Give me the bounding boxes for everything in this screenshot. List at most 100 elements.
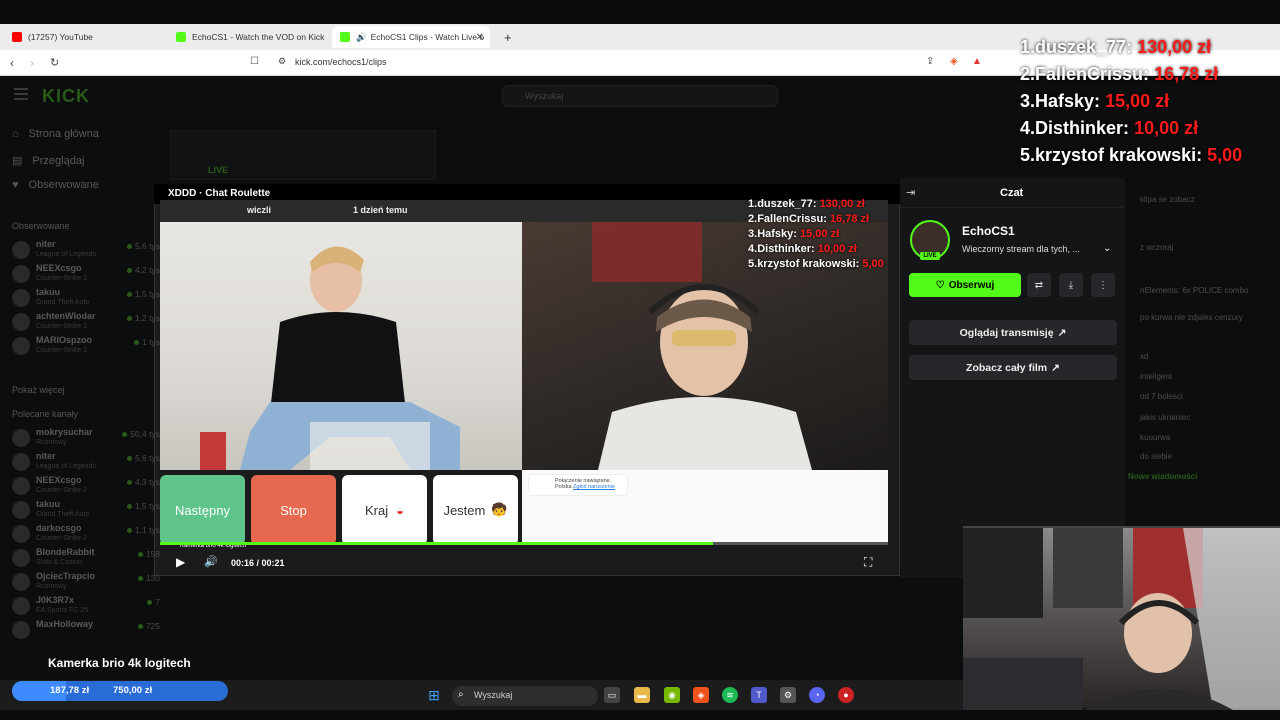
play-icon[interactable]: ▶ xyxy=(176,555,185,569)
screen: (17257) YouTube EchoCS1 - Watch the VOD … xyxy=(0,0,1280,720)
tab-label: EchoCS1 - Watch the VOD on Kick xyxy=(192,32,325,42)
progress-fill xyxy=(160,542,713,545)
new-tab-button[interactable]: + xyxy=(496,26,516,48)
avatar xyxy=(12,241,30,259)
close-icon[interactable]: ✕ xyxy=(476,32,484,43)
sidebar-channel-recommended[interactable]: OjciecTrapcio Rozmowy 130 xyxy=(12,571,160,595)
sidebar-channel-followed[interactable]: NEEXcsgo Counter-Strike 2 4,2 tys xyxy=(12,263,160,287)
viewer-count: 130 xyxy=(138,573,160,583)
kick-logo[interactable]: KICK xyxy=(42,86,90,107)
avatar xyxy=(12,501,30,519)
home-icon: ⌂ xyxy=(12,128,19,140)
avatar xyxy=(12,573,30,591)
taskbar-search[interactable]: Wyszukaj xyxy=(452,686,598,706)
nvidia-icon[interactable]: ◉ xyxy=(664,687,680,703)
menu-icon[interactable] xyxy=(14,88,28,100)
donation-name: duszek_77: xyxy=(757,198,817,210)
channel-name: takuu xyxy=(36,287,61,297)
reload-icon[interactable]: ↻ xyxy=(50,56,59,69)
sidebar-channel-followed[interactable]: achtenWlodar Counter-Strike 2 1,2 tys xyxy=(12,311,160,335)
teams-icon[interactable]: T xyxy=(751,687,767,703)
channel-description: Wieczorny stream dla tych, ... xyxy=(962,244,1081,254)
gender-button[interactable]: Jestem 🧒 xyxy=(433,475,518,545)
site-info-icon[interactable]: ⚙ xyxy=(278,56,286,67)
donation-row: 1.duszek_77: 130,00 zł xyxy=(1020,37,1211,58)
share-button[interactable]: ⇄ xyxy=(1027,273,1051,297)
sidebar-item-following[interactable]: ♥ Obserwowane xyxy=(12,179,99,191)
sidebar-channel-recommended[interactable]: MaxHolloway 725 xyxy=(12,619,160,643)
task-view-icon[interactable]: ▭ xyxy=(604,687,620,703)
file-explorer-icon[interactable]: ▬ xyxy=(634,687,650,703)
country-button[interactable]: Kraj ◒ xyxy=(342,475,427,545)
channel-category: Rozmowy xyxy=(36,583,67,590)
stop-button[interactable]: Stop xyxy=(251,475,336,545)
donation-rank: 1. xyxy=(748,198,758,210)
chat-message: po kurwa nie zdjales cenzury xyxy=(1140,313,1243,322)
forward-icon[interactable]: › xyxy=(30,56,34,70)
report-link[interactable]: Zgłoś naruszenie xyxy=(573,484,615,490)
full-video-button[interactable]: Zobacz cały film ↗ xyxy=(909,355,1117,380)
app-icon[interactable]: ● xyxy=(838,687,854,703)
sidebar-channel-recommended[interactable]: darkocsgo Counter-Strike 2 1,1 tys xyxy=(12,523,160,547)
fullscreen-icon[interactable]: ⛶ xyxy=(864,555,872,570)
windows-start-icon[interactable]: ⊞ xyxy=(426,687,442,703)
sidebar-channel-recommended[interactable]: takuu Grand Theft Auto 1,5 tys xyxy=(12,499,160,523)
follow-button[interactable]: ♡ Obserwuj xyxy=(909,273,1021,297)
channel-name: darkocsgo xyxy=(36,523,82,533)
sidebar-channel-recommended[interactable]: NEEXcsgo Counter-Strike 2 4,3 tys xyxy=(12,475,160,499)
sidebar-channel-followed[interactable]: niter League of Legends 5,6 tys xyxy=(12,239,160,263)
sidebar-channel-followed[interactable]: takuu Grand Theft Auto 1,5 tys xyxy=(12,287,160,311)
viewer-count: 50,4 tys xyxy=(122,429,160,439)
tab-kick-vod[interactable]: EchoCS1 - Watch the VOD on Kick xyxy=(168,26,328,48)
country-label: Kraj xyxy=(365,502,389,518)
search-icon: ⌕ xyxy=(458,689,464,700)
share-icon[interactable]: ⇪ xyxy=(926,56,934,67)
donation-rank: 4. xyxy=(1020,118,1036,138)
donation-amount: 15,00 zł xyxy=(1105,91,1170,111)
show-more-link[interactable]: Pokaż więcej xyxy=(12,385,65,395)
chat-message: z wczoraj xyxy=(1140,243,1174,252)
inner-donation-row: 1.duszek_77: 130,00 zł xyxy=(748,198,865,210)
discord-icon[interactable]: ◔ xyxy=(809,687,825,703)
chevron-down-icon[interactable]: ⌄ xyxy=(1103,243,1111,254)
donation-row: 3.Hafsky: 15,00 zł xyxy=(1020,91,1169,112)
tab-kick-clips[interactable]: 🔊 EchoCS1 Clips - Watch Live o ✕ xyxy=(332,26,490,48)
sidebar-item-browse[interactable]: ▤ Przeglądaj xyxy=(12,154,84,168)
url-field[interactable]: kick.com/echocs1/clips xyxy=(295,57,387,67)
search-input[interactable]: Wyszukaj xyxy=(502,85,778,107)
chat-message: nElements: 6x POLICE combo xyxy=(1140,286,1249,295)
back-icon[interactable]: ‹ xyxy=(10,56,14,70)
brave-rewards-icon[interactable]: ▲ xyxy=(972,56,982,67)
external-link-icon: ↗ xyxy=(1051,361,1060,374)
sidebar-item-home[interactable]: ⌂ Strona główna xyxy=(12,128,99,140)
kick-icon xyxy=(340,32,350,42)
channel-name[interactable]: EchoCS1 xyxy=(962,224,1015,238)
settings-icon[interactable]: ⚙ xyxy=(780,687,796,703)
sidebar-channel-recommended[interactable]: BlondeRabbit Slots & Casino 158 xyxy=(12,547,160,571)
viewer-count: 4,3 tys xyxy=(127,477,160,487)
clip-author[interactable]: XDDD xyxy=(168,188,196,199)
sidebar-channel-recommended[interactable]: mokrysuchar Rozmowy 50,4 tys xyxy=(12,427,160,451)
brave-shield-icon[interactable]: ◈ xyxy=(950,56,958,67)
next-button[interactable]: Następny xyxy=(160,475,245,545)
country-text: Polska xyxy=(555,484,572,490)
spotify-icon[interactable]: ≋ xyxy=(722,687,738,703)
brave-browser-icon[interactable]: ◈ xyxy=(693,687,709,703)
sidebar-channel-recommended[interactable]: niter League of Legends 5,6 tys xyxy=(12,451,160,475)
volume-icon[interactable]: 🔊 xyxy=(204,555,218,568)
more-button[interactable]: ⋮ xyxy=(1091,273,1115,297)
sidebar-channel-recommended[interactable]: J0K3R7x EA Sports FC 25 7 xyxy=(12,595,160,619)
download-button[interactable]: ⤓ xyxy=(1059,273,1083,297)
clip-clipper: wiczli xyxy=(247,205,272,215)
bookmark-icon[interactable]: ☐ xyxy=(250,56,259,67)
tab-youtube[interactable]: (17257) YouTube xyxy=(4,26,164,48)
channel-category: Slots & Casino xyxy=(36,559,82,566)
watch-stream-button[interactable]: Oglądaj transmisję ↗ xyxy=(909,320,1117,345)
channel-name: OjciecTrapcio xyxy=(36,571,96,581)
chat-title: Czat xyxy=(1000,187,1024,199)
person-icon: 🧒 xyxy=(491,502,508,517)
sidebar-channel-followed[interactable]: MARIOspzoo Counter-Strike 2 1 tys xyxy=(12,335,160,359)
donation-rank: 5. xyxy=(1020,145,1036,165)
collapse-chat-icon[interactable]: ⇥ xyxy=(906,186,915,199)
chat-message: jakis ukrainiec xyxy=(1140,413,1191,422)
